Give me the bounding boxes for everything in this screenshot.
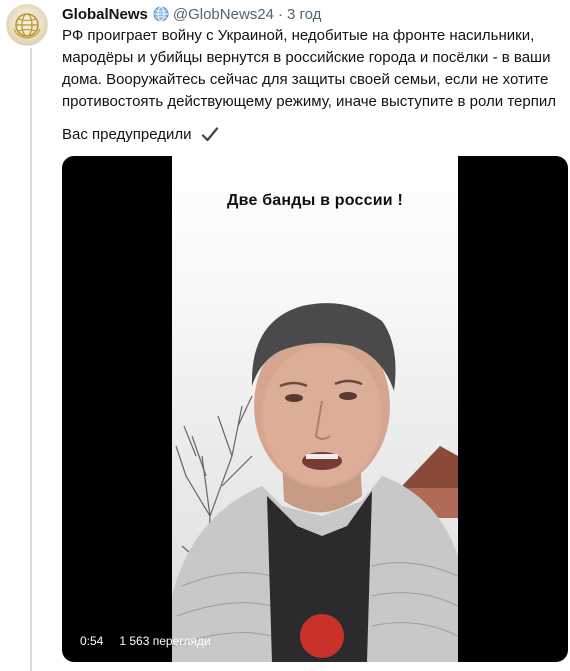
tweet-text-line: мародёры и убийцы вернутся в российские … [62,49,551,66]
tweet-text: РФ проиграет войну с Украиной, недобитые… [62,25,567,113]
globe-icon [153,6,169,22]
author-name[interactable]: GlobalNews [62,6,148,23]
video-player[interactable]: Две банды в россии ! 0:54 1 563 перегляд… [62,156,568,662]
check-mark-icon [200,125,220,145]
video-caption: Две банды в россии ! [227,192,403,209]
avatar[interactable] [6,4,48,46]
tweet-text-line: дома. Вооружайтесь сейчас для защиты сво… [62,71,549,88]
author-handle[interactable]: @GlobNews24 [173,6,274,23]
gold-globe-logo-icon [13,13,41,39]
timestamp[interactable]: 3 год [287,6,321,23]
video-still-image [172,303,458,662]
video-duration: 0:54 [80,634,104,648]
thread-line [30,48,32,671]
separator-dot: · [277,5,283,23]
warning-text: Вас предупредили [62,126,192,143]
tweet-text-line: РФ проиграет войну с Украиной, недобитые… [62,27,535,44]
tweet-header: GlobalNews @GlobNews24 · 3 год [62,4,321,24]
warning-line: Вас предупредили [62,124,220,146]
tweet-text-line: противостоять действующему режиму, иначе… [62,93,556,110]
video-overlay: 0:54 1 563 перегляди [74,632,211,650]
video-frame[interactable]: Две банды в россии ! [172,156,458,662]
video-views: 1 563 перегляди [119,634,211,648]
